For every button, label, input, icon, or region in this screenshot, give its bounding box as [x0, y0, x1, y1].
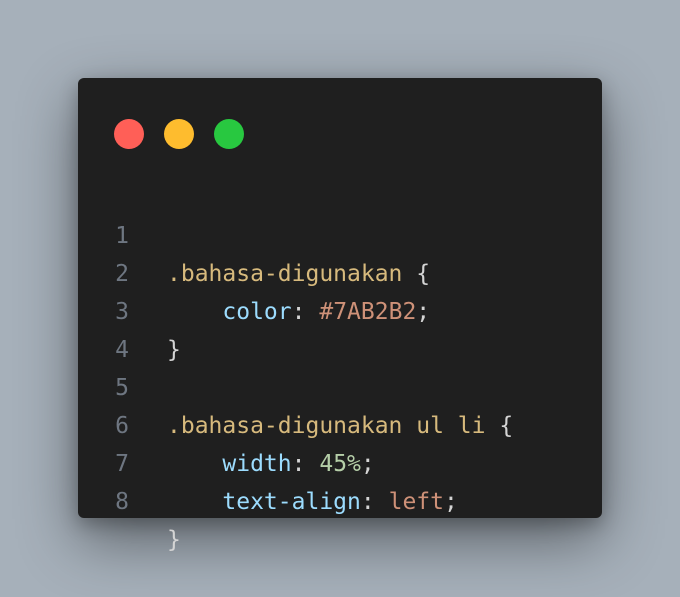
close-brace: } [167, 527, 181, 553]
code-line: 7 text-align: left; [78, 407, 602, 515]
css-value: left [388, 489, 444, 515]
code-line: 2 color: #7AB2B2; [78, 217, 602, 325]
code-line: 6 width: 45%; [78, 369, 602, 477]
maximize-dot-icon[interactable] [214, 119, 244, 149]
code-window: 1 .bahasa-digunakan { 2 color: #7AB2B2; … [78, 78, 602, 553]
code-line: 1 .bahasa-digunakan { [78, 179, 602, 287]
code-line: 3 } [78, 255, 602, 363]
code-line: 5 .bahasa-digunakan ul li { [78, 331, 602, 439]
minimize-dot-icon[interactable] [164, 119, 194, 149]
semicolon: ; [443, 489, 458, 515]
code-line: 8 } [78, 445, 602, 553]
code-text: text-align: left; [167, 483, 458, 521]
css-property: text-align [222, 489, 361, 515]
code-block: 1 .bahasa-digunakan { 2 color: #7AB2B2; … [78, 179, 602, 553]
code-text: } [167, 521, 181, 559]
line-number: 8 [115, 489, 129, 515]
colon: : [360, 489, 375, 515]
code-line: 4 [78, 293, 602, 363]
close-dot-icon[interactable] [114, 119, 144, 149]
